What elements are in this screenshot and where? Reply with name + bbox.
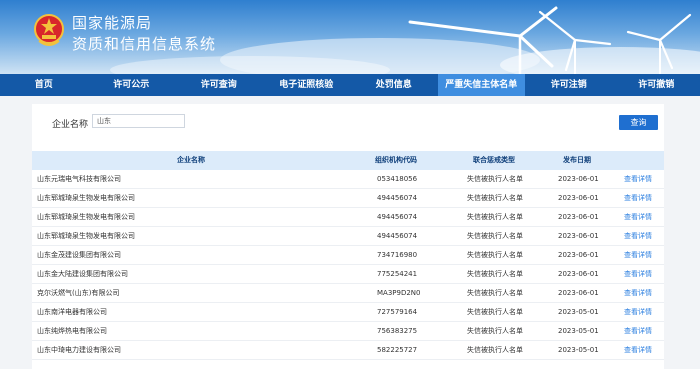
cell-punish-type: 失信被执行人名单 — [467, 308, 523, 316]
nav-home[interactable]: 首页 — [0, 74, 88, 96]
cell-org-code: 494456074 — [377, 232, 418, 240]
header-publish-date: 发布日期 — [563, 156, 591, 164]
cell-publish-date: 2023-06-01 — [558, 232, 599, 240]
cell-company-name: 山东纯烨热电有限公司 — [37, 327, 107, 335]
cell-publish-date: 2023-06-01 — [558, 175, 599, 183]
nav-license-publicity[interactable]: 许可公示 — [88, 74, 176, 96]
cell-org-code: 494456074 — [377, 194, 418, 202]
nav-license-cancel[interactable]: 许可注销 — [525, 74, 613, 96]
table-row: 山东郓城琦泉生物发电有限公司 494456074 失信被执行人名单 2023-06-0… — [32, 208, 664, 227]
cell-publish-date: 2023-06-01 — [558, 194, 599, 202]
site-subtitle: 资质和信用信息系统 — [72, 35, 217, 53]
cell-company-name: 山东中琦电力建设有限公司 — [37, 346, 121, 354]
table-header: 企业名称 组织机构代码 联合惩戒类型 发布日期 — [32, 151, 664, 170]
cell-publish-date: 2023-06-01 — [558, 213, 599, 221]
search-button[interactable]: 查询 — [619, 115, 658, 130]
view-detail-link[interactable]: 查看详情 — [624, 284, 652, 302]
nav-e-certificate-verify[interactable]: 电子证照核验 — [263, 74, 351, 96]
site-title: 国家能源局 — [72, 14, 153, 32]
national-emblem-icon — [34, 14, 64, 46]
view-detail-link[interactable]: 查看详情 — [624, 227, 652, 245]
cell-punish-type: 失信被执行人名单 — [467, 346, 523, 354]
table-row: 山东中琦电力建设有限公司 582225727 失信被执行人名单 2023-05-01 查… — [32, 341, 664, 360]
view-detail-link[interactable]: 查看详情 — [624, 341, 652, 359]
view-detail-link[interactable]: 查看详情 — [624, 208, 652, 226]
cell-punish-type: 失信被执行人名单 — [467, 232, 523, 240]
cell-org-code: 775254241 — [377, 270, 418, 278]
cell-punish-type: 失信被执行人名单 — [467, 194, 523, 202]
cell-publish-date: 2023-06-01 — [558, 289, 599, 297]
cell-punish-type: 失信被执行人名单 — [467, 270, 523, 278]
table-row: 山东金茂建设集团有限公司 734716980 失信被执行人名单 2023-06-01 查… — [32, 246, 664, 265]
content-panel: 企业名称 山东 查询 企业名称 组织机构代码 联合惩戒类型 发布日期 山东元瑞电… — [32, 104, 664, 369]
table-row: 克尔沃燃气(山东)有限公司 MA3P9D2N0 失信被执行人名单 2023-06-01… — [32, 284, 664, 303]
cell-publish-date: 2023-05-01 — [558, 308, 599, 316]
cell-publish-date: 2023-06-01 — [558, 251, 599, 259]
cell-company-name: 山东南洋电器有限公司 — [37, 308, 107, 316]
cell-company-name: 山东金大陆建设集团有限公司 — [37, 270, 128, 278]
view-detail-link[interactable]: 查看详情 — [624, 170, 652, 188]
cell-punish-type: 失信被执行人名单 — [467, 175, 523, 183]
cell-company-name: 山东郓城琦泉生物发电有限公司 — [37, 232, 135, 240]
table-row: 山东纯烨热电有限公司 756383275 失信被执行人名单 2023-05-01 查看详… — [32, 322, 664, 341]
cell-org-code: 582225727 — [377, 346, 418, 354]
cell-punish-type: 失信被执行人名单 — [467, 327, 523, 335]
cell-company-name: 山东郓城琦泉生物发电有限公司 — [37, 213, 135, 221]
table-row: 山东郓城琦泉生物发电有限公司 494456074 失信被执行人名单 2023-06-0… — [32, 227, 664, 246]
cell-org-code: 756383275 — [377, 327, 418, 335]
cell-company-name: 克尔沃燃气(山东)有限公司 — [37, 289, 120, 297]
cell-org-code: 734716980 — [377, 251, 418, 259]
cell-punish-type: 失信被执行人名单 — [467, 289, 523, 297]
nav-dishonest-list[interactable]: 严重失信主体名单 — [437, 74, 525, 96]
cell-org-code: 494456074 — [377, 213, 418, 221]
nav-license-revoke[interactable]: 许可撤销 — [613, 74, 700, 96]
table-row: 山东南洋电器有限公司 727579164 失信被执行人名单 2023-05-01 查看详… — [32, 303, 664, 322]
main-nav: 首页 许可公示 许可查询 电子证照核验 处罚信息 严重失信主体名单 许可注销 许… — [0, 74, 700, 96]
header-company-name: 企业名称 — [177, 156, 205, 164]
cell-punish-type: 失信被执行人名单 — [467, 251, 523, 259]
cell-publish-date: 2023-05-01 — [558, 327, 599, 335]
table-row: 山东金大陆建设集团有限公司 775254241 失信被执行人名单 2023-06-01… — [32, 265, 664, 284]
view-detail-link[interactable]: 查看详情 — [624, 303, 652, 321]
nav-license-query[interactable]: 许可查询 — [175, 74, 263, 96]
search-label: 企业名称 — [52, 120, 89, 130]
nav-penalty-info[interactable]: 处罚信息 — [350, 74, 438, 96]
view-detail-link[interactable]: 查看详情 — [624, 322, 652, 340]
table-row: 山东郓城琦泉生物发电有限公司 494456074 失信被执行人名单 2023-06-0… — [32, 189, 664, 208]
header-punish-type: 联合惩戒类型 — [473, 156, 515, 164]
cell-org-code: MA3P9D2N0 — [377, 289, 421, 297]
cell-company-name: 山东郓城琦泉生物发电有限公司 — [37, 194, 135, 202]
cell-company-name: 山东元瑞电气科技有限公司 — [37, 175, 121, 183]
cell-company-name: 山东金茂建设集团有限公司 — [37, 251, 121, 259]
cell-punish-type: 失信被执行人名单 — [467, 213, 523, 221]
table-row: 山东元瑞电气科技有限公司 053418056 失信被执行人名单 2023-06-01 查… — [32, 170, 664, 189]
view-detail-link[interactable]: 查看详情 — [624, 246, 652, 264]
header-org-code: 组织机构代码 — [375, 156, 417, 164]
cell-org-code: 727579164 — [377, 308, 418, 316]
cell-org-code: 053418056 — [377, 175, 418, 183]
search-input[interactable]: 山东 — [92, 114, 185, 128]
view-detail-link[interactable]: 查看详情 — [624, 189, 652, 207]
view-detail-link[interactable]: 查看详情 — [624, 265, 652, 283]
cell-publish-date: 2023-05-01 — [558, 346, 599, 354]
header-banner: 国家能源局 资质和信用信息系统 — [0, 0, 700, 74]
cell-publish-date: 2023-06-01 — [558, 270, 599, 278]
